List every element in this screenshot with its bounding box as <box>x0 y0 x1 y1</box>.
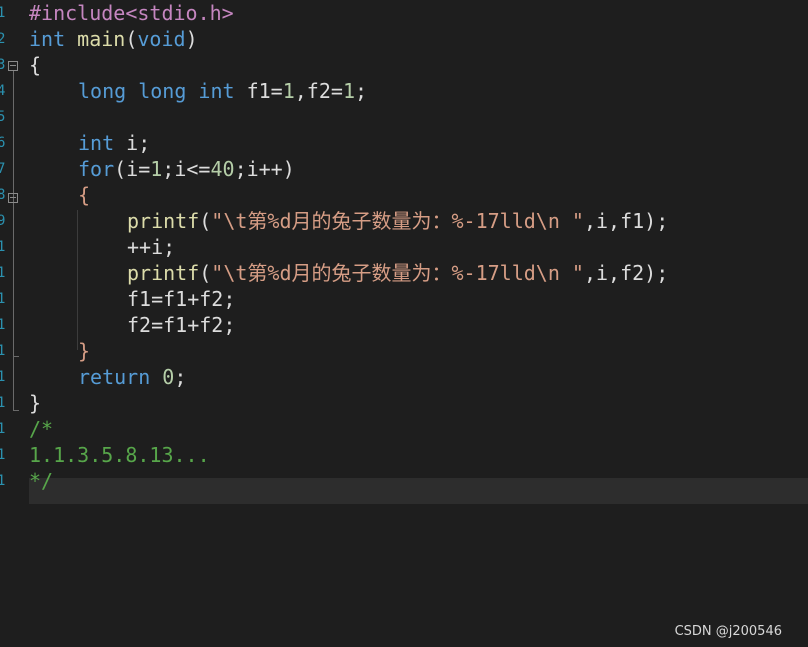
indent-guide <box>77 210 78 350</box>
punctuation: ( <box>199 209 212 233</box>
punctuation: ( <box>125 27 138 51</box>
keyword: return <box>78 365 151 389</box>
line-number-gutter: 1 2 3 4 5 6 7 8 9 10 11 12 13 14 15 16 1… <box>0 0 28 647</box>
code-line: { <box>29 52 41 78</box>
number-literal: 1 <box>342 79 355 103</box>
code-line: f1=f1+f2; <box>127 286 235 312</box>
code-line: printf("\t第%d月的兔子数量为：%-17lld\n ",i,f1); <box>127 208 668 234</box>
code-line: } <box>78 338 90 364</box>
brace: } <box>78 339 91 363</box>
punctuation: ) <box>185 27 198 51</box>
punctuation: ( <box>199 261 212 285</box>
function-name: main <box>77 27 126 51</box>
code-line: */ <box>29 468 53 494</box>
code-text: f2=f1+f2; <box>127 313 236 337</box>
comment: */ <box>29 469 54 493</box>
code-text: ,f2= <box>294 79 343 103</box>
line-number: 19 <box>0 473 5 489</box>
punctuation: ; <box>354 79 368 103</box>
code-text: ;i<= <box>162 157 211 181</box>
code-line: #include<stdio.h> <box>29 0 234 26</box>
line-number: 3 <box>0 57 5 73</box>
code-line: ++i; <box>127 234 175 260</box>
fold-guide-line <box>13 71 14 410</box>
code-text: i; <box>114 131 151 155</box>
keyword: int <box>29 27 66 51</box>
line-number: 9 <box>0 213 5 229</box>
line-number: 8 <box>0 187 5 203</box>
code-text: ;i++) <box>234 157 295 181</box>
brace: } <box>29 391 42 415</box>
line-number: 4 <box>0 83 5 99</box>
line-number: 13 <box>0 317 5 333</box>
code-line: for(i=1;i<=40;i++) <box>78 156 295 182</box>
function-name: printf <box>127 261 200 285</box>
function-name: printf <box>127 209 200 233</box>
line-number: 6 <box>0 135 5 151</box>
line-number: 10 <box>0 239 5 255</box>
code-text: (i= <box>114 157 151 181</box>
line-number: 12 <box>0 291 5 307</box>
line-number: 7 <box>0 161 5 177</box>
code-line: printf("\t第%d月的兔子数量为：%-17lld\n ",i,f2); <box>127 260 668 286</box>
code-text: f1= <box>234 79 283 103</box>
keyword: void <box>137 27 186 51</box>
code-line: int i; <box>78 130 150 156</box>
comment: /* <box>29 417 54 441</box>
number-literal: 1 <box>282 79 295 103</box>
keyword: int <box>78 131 115 155</box>
line-number: 16 <box>0 395 5 411</box>
collapse-icon[interactable] <box>8 61 18 71</box>
number-literal: 0 <box>162 365 175 389</box>
brace: { <box>78 183 91 207</box>
keyword: long long int <box>78 79 235 103</box>
line-number: 1 <box>0 5 5 21</box>
code-editor[interactable]: 1 2 3 4 5 6 7 8 9 10 11 12 13 14 15 16 1… <box>0 0 808 647</box>
code-line: } <box>29 390 41 416</box>
code-line: { <box>78 182 90 208</box>
comment: 1.1.3.5.8.13... <box>29 443 210 467</box>
code-line: return 0; <box>78 364 186 390</box>
fold-end-icon <box>13 356 19 357</box>
fold-end-icon <box>13 410 19 411</box>
code-line: 1.1.3.5.8.13... <box>29 442 210 468</box>
current-line-highlight <box>29 478 808 504</box>
keyword: for <box>78 157 115 181</box>
collapse-icon[interactable] <box>8 193 18 203</box>
code-line: /* <box>29 416 53 442</box>
string-literal: "\t第%d月的兔子数量为：%-17lld\n " <box>211 261 584 285</box>
code-text: f1=f1+f2; <box>127 287 236 311</box>
brace: { <box>29 53 42 77</box>
number-literal: 1 <box>150 157 163 181</box>
code-line: long long int f1=1,f2=1; <box>78 78 367 104</box>
code-line: int main(void) <box>29 26 198 52</box>
code-line: f2=f1+f2; <box>127 312 235 338</box>
line-number: 5 <box>0 109 5 125</box>
line-number: 18 <box>0 447 5 463</box>
number-literal: 40 <box>210 157 235 181</box>
line-number: 11 <box>0 265 5 281</box>
line-number: 14 <box>0 343 5 359</box>
code-text: ,i,f2); <box>583 261 669 285</box>
code-text: ,i,f1); <box>583 209 669 233</box>
watermark: CSDN @j200546 <box>674 624 782 639</box>
string-literal: "\t第%d月的兔子数量为：%-17lld\n " <box>211 209 584 233</box>
include-directive: #include<stdio.h> <box>29 1 234 25</box>
line-number: 2 <box>0 31 5 47</box>
line-number: 15 <box>0 369 5 385</box>
line-number: 17 <box>0 421 5 437</box>
punctuation: ; <box>174 365 187 389</box>
code-text: ++i; <box>127 235 176 259</box>
